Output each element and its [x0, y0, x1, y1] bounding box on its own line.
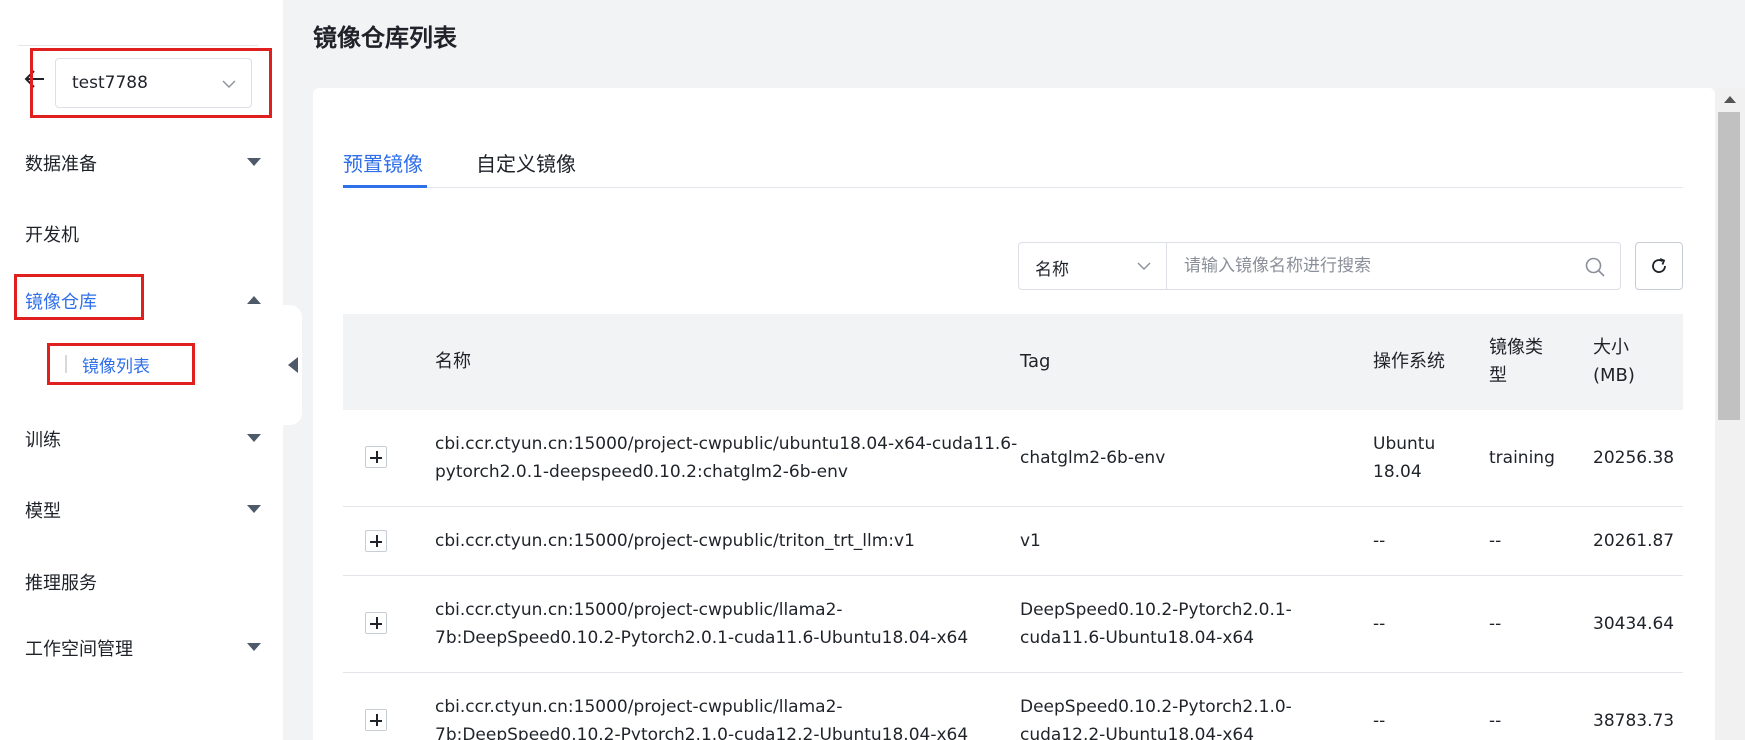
vertical-scrollbar[interactable] — [1715, 88, 1745, 740]
cell-name-line2: 7b:DeepSpeed0.10.2-Pytorch2.1.0-cuda12.2… — [435, 725, 969, 740]
table-row: cbi.ccr.ctyun.cn:15000/project-cwpublic/… — [343, 576, 1683, 673]
col-header-size-line2: (MB) — [1593, 365, 1635, 386]
refresh-button[interactable] — [1635, 242, 1683, 290]
sidebar-collapse-toggle[interactable] — [276, 305, 302, 425]
search-field-select[interactable]: 名称 — [1019, 243, 1167, 289]
caret-left-icon — [288, 357, 298, 373]
col-header-type-line1: 镜像类 — [1489, 337, 1543, 358]
col-header-size-line1: 大小 — [1593, 337, 1629, 358]
sidebar: test7788 数据准备 开发机 镜像仓库 镜像列表 训练 模型 推理服务 工… — [0, 0, 283, 740]
table-row: cbi.ccr.ctyun.cn:15000/project-cwpublic/… — [343, 507, 1683, 576]
sidebar-item-dev-machine[interactable]: 开发机 — [0, 213, 283, 253]
search-icon[interactable] — [1584, 256, 1606, 278]
col-header-tag: Tag — [1020, 351, 1051, 372]
cell-size: 20256.38 — [1593, 448, 1675, 468]
sidebar-item-data-prep[interactable]: 数据准备 — [0, 142, 283, 182]
sidebar-item-label: 训练 — [25, 430, 61, 451]
page-title: 镜像仓库列表 — [313, 24, 457, 52]
refresh-icon — [1652, 258, 1666, 273]
table-header: 名称 Tag 操作系统 镜像类 型 大小 (MB) — [343, 314, 1683, 410]
subitem-indicator — [65, 355, 67, 373]
sidebar-item-label: 推理服务 — [25, 573, 97, 594]
table-row: cbi.ccr.ctyun.cn:15000/project-cwpublic/… — [343, 410, 1683, 507]
cell-name-line1: cbi.ccr.ctyun.cn:15000/project-cwpublic/… — [435, 600, 843, 620]
chevron-down-icon — [222, 80, 236, 88]
caret-down-icon — [247, 158, 261, 166]
sidebar-item-inference[interactable]: 推理服务 — [0, 561, 283, 601]
search-field-value: 名称 — [1035, 260, 1069, 280]
cell-size: 20261.87 — [1593, 531, 1675, 551]
workspace-select[interactable]: test7788 — [55, 58, 252, 108]
cell-os-line2: 18.04 — [1373, 462, 1422, 482]
sidebar-subitem-image-list[interactable]: 镜像列表 — [0, 346, 283, 382]
cell-tag-line1: DeepSpeed0.10.2-Pytorch2.0.1- — [1020, 600, 1292, 620]
cell-size: 38783.73 — [1593, 711, 1675, 731]
cell-name-line2: pytorch2.0.1-deepspeed0.10.2:chatglm2-6b… — [435, 462, 848, 482]
sidebar-item-label: 开发机 — [25, 225, 79, 246]
cell-name-line1: cbi.ccr.ctyun.cn:15000/project-cwpublic/… — [435, 434, 1018, 454]
sidebar-item-training[interactable]: 训练 — [0, 418, 283, 458]
expand-row-button[interactable] — [365, 446, 387, 468]
back-arrow-icon[interactable] — [22, 66, 48, 92]
col-header-os: 操作系统 — [1373, 351, 1445, 372]
col-header-type-line2: 型 — [1489, 365, 1507, 386]
cell-name-line2: 7b:DeepSpeed0.10.2-Pytorch2.0.1-cuda11.6… — [435, 628, 969, 648]
table-row: cbi.ccr.ctyun.cn:15000/project-cwpublic/… — [343, 673, 1683, 740]
cell-size: 30434.64 — [1593, 614, 1675, 634]
caret-up-icon — [247, 296, 261, 304]
cell-os-line1: -- — [1373, 711, 1386, 731]
search-input[interactable] — [1168, 243, 1568, 289]
content-card: 预置镜像 自定义镜像 名称 名称 Tag 操作系统 镜像类 型 大小 ( — [313, 88, 1715, 740]
cell-tag-line1: DeepSpeed0.10.2-Pytorch2.1.0- — [1020, 697, 1292, 717]
cell-name-line1: cbi.ccr.ctyun.cn:15000/project-cwpublic/… — [435, 531, 915, 551]
sidebar-subitem-label: 镜像列表 — [82, 357, 150, 377]
cell-os-line1: -- — [1373, 531, 1386, 551]
caret-down-icon — [247, 505, 261, 513]
sidebar-divider — [18, 45, 258, 46]
scroll-up-arrow-icon[interactable] — [1724, 96, 1736, 103]
cell-tag: v1 — [1020, 531, 1041, 551]
image-table: 名称 Tag 操作系统 镜像类 型 大小 (MB) cbi.ccr.ctyun.… — [343, 314, 1683, 740]
chevron-down-icon — [1137, 262, 1151, 270]
tab-preset-images[interactable]: 预置镜像 — [343, 140, 427, 188]
sidebar-item-image-repo[interactable]: 镜像仓库 — [0, 280, 283, 320]
cell-tag-line2: cuda12.2-Ubuntu18.04-x64 — [1020, 725, 1255, 740]
cell-type: -- — [1489, 614, 1502, 634]
tab-custom-images[interactable]: 自定义镜像 — [476, 140, 576, 188]
caret-down-icon — [247, 434, 261, 442]
scroll-thumb[interactable] — [1718, 112, 1740, 420]
cell-type: training — [1489, 448, 1555, 468]
expand-row-button[interactable] — [365, 530, 387, 552]
expand-row-button[interactable] — [365, 612, 387, 634]
cell-type: -- — [1489, 711, 1502, 731]
caret-down-icon — [247, 643, 261, 651]
sidebar-item-model[interactable]: 模型 — [0, 489, 283, 529]
cell-name-line1: cbi.ccr.ctyun.cn:15000/project-cwpublic/… — [435, 697, 843, 717]
cell-tag-line2: cuda11.6-Ubuntu18.04-x64 — [1020, 628, 1255, 648]
sidebar-item-label: 镜像仓库 — [25, 292, 97, 313]
cell-tag: chatglm2-6b-env — [1020, 448, 1166, 468]
sidebar-item-label: 模型 — [25, 501, 61, 522]
sidebar-item-workspace-mgmt[interactable]: 工作空间管理 — [0, 627, 283, 667]
tab-bar: 预置镜像 自定义镜像 — [343, 140, 1683, 188]
expand-row-button[interactable] — [365, 709, 387, 731]
cell-type: -- — [1489, 531, 1502, 551]
cell-os-line1: Ubuntu — [1373, 434, 1436, 454]
sidebar-item-label: 工作空间管理 — [25, 639, 133, 660]
workspace-select-value: test7788 — [72, 73, 148, 93]
search-bar: 名称 — [1018, 242, 1621, 290]
cell-os-line1: -- — [1373, 614, 1386, 634]
col-header-name: 名称 — [435, 351, 471, 372]
sidebar-item-label: 数据准备 — [25, 154, 97, 175]
